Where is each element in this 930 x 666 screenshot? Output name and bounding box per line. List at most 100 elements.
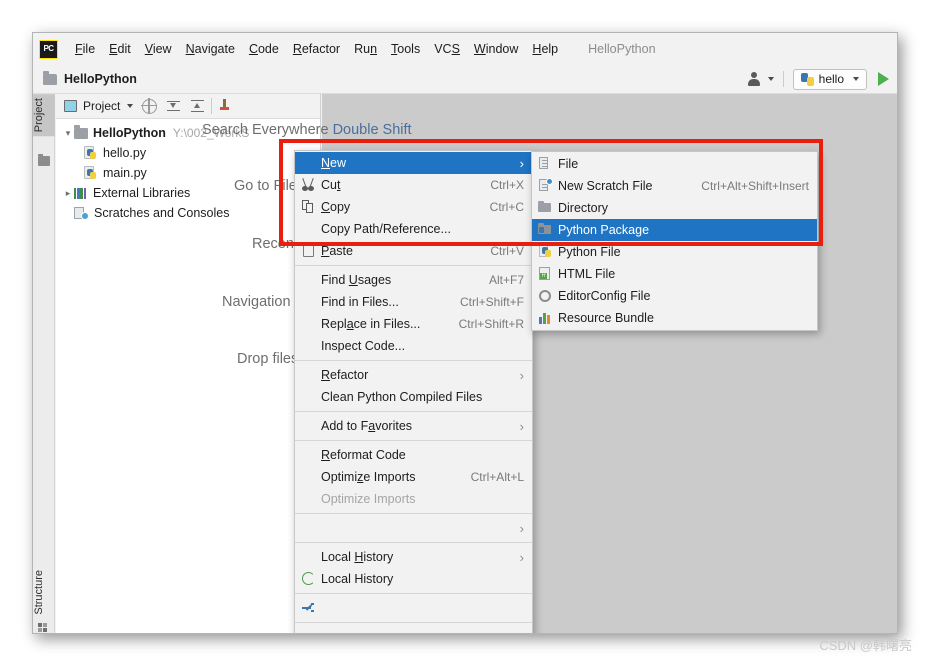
- menu-item-file[interactable]: File: [68, 39, 102, 59]
- submenu-item-python-file[interactable]: Python File: [532, 241, 817, 263]
- menu-item-help[interactable]: Help: [525, 39, 565, 59]
- tree-row-scratches-and-consoles[interactable]: Scratches and Consoles: [56, 203, 320, 223]
- context-menu-item-add-to-favorites[interactable]: Add to Favorites ›: [295, 415, 532, 437]
- context-menu-item-find-in-files[interactable]: Find in Files... Ctrl+Shift+F: [295, 291, 532, 313]
- breadcrumb[interactable]: HelloPython: [64, 72, 137, 86]
- menu-separator: [295, 622, 532, 623]
- menu-item-navigate[interactable]: Navigate: [179, 39, 242, 59]
- context-menu-item-copy-path-reference[interactable]: Copy Path/Reference...: [295, 218, 532, 240]
- tree-item-label: HelloPython: [93, 126, 166, 140]
- shortcut-label: Ctrl+Shift+R: [458, 317, 524, 331]
- scratch-file-icon: [536, 178, 554, 194]
- blank-icon: [299, 294, 317, 310]
- paste-icon: [299, 242, 317, 259]
- python-file-icon: [84, 146, 98, 160]
- context-menu-item-reformat-code[interactable]: Reformat Code: [295, 444, 532, 466]
- shortcut-label: Ctrl+X: [490, 178, 524, 192]
- menu-item-edit[interactable]: Edit: [102, 39, 138, 59]
- chevron-right-icon: ›: [519, 418, 524, 434]
- collapse-all-icon[interactable]: [190, 99, 205, 114]
- menu-item-refactor[interactable]: Refactor: [286, 39, 347, 59]
- context-menu-item-replace-in-files[interactable]: Replace in Files... Ctrl+Shift+R: [295, 313, 532, 335]
- submenu-item-file[interactable]: File: [532, 153, 817, 175]
- shortcut-label: Ctrl+Alt+Shift+Insert: [701, 179, 809, 193]
- structure-icon: [38, 623, 50, 633]
- python-icon: [800, 72, 814, 86]
- tool-window-strip: Project Structure: [33, 94, 55, 633]
- screenshot-root: PC File Edit View Navigate Code Refactor…: [0, 0, 930, 666]
- context-menu-item-reload-from-disk[interactable]: Local History: [295, 568, 532, 590]
- project-view-icon: [64, 100, 77, 112]
- context-menu-item-paste[interactable]: Paste Ctrl+V: [295, 240, 532, 262]
- python-package-icon: [536, 222, 554, 238]
- menu-item-run[interactable]: Run: [347, 39, 384, 59]
- submenu-item-directory[interactable]: Directory: [532, 197, 817, 219]
- context-menu: New › Cut Ctrl+X Copy Ctrl+C Copy Path/R…: [294, 150, 533, 634]
- project-toolbar-label[interactable]: Project: [83, 99, 120, 113]
- submenu-item-new-scratch-file[interactable]: New Scratch File Ctrl+Alt+Shift+Insert: [532, 175, 817, 197]
- blank-icon: [299, 272, 317, 288]
- chevron-down-icon[interactable]: [127, 104, 134, 108]
- context-menu-item-copy[interactable]: Copy Ctrl+C: [295, 196, 532, 218]
- directory-icon: [536, 200, 554, 216]
- context-menu-item-open-in[interactable]: ›: [295, 517, 532, 539]
- context-menu-item-new[interactable]: New ›: [295, 152, 532, 174]
- blank-icon: [299, 389, 317, 405]
- pycharm-logo-icon: PC: [39, 39, 58, 59]
- reload-icon: [299, 571, 317, 587]
- context-menu-item-inspect-code[interactable]: Inspect Code...: [295, 335, 532, 357]
- sidebar-tab-project[interactable]: Project: [33, 94, 55, 137]
- menu-item-code[interactable]: Code: [242, 39, 286, 59]
- blank-icon: [299, 155, 317, 171]
- menu-item-window[interactable]: Window: [467, 39, 525, 59]
- chevron-right-icon: ›: [520, 631, 524, 634]
- context-menu-item-refactor[interactable]: Refactor ›: [295, 364, 532, 386]
- chevron-right-icon: ›: [519, 367, 524, 383]
- chevron-down-icon[interactable]: ▾: [62, 128, 74, 139]
- submenu-item-editorconfig-file[interactable]: EditorConfig File: [532, 285, 817, 307]
- submenu-item-resource-bundle[interactable]: Resource Bundle: [532, 307, 817, 329]
- window-project-name: HelloPython: [588, 42, 656, 56]
- context-menu-item-find-usages[interactable]: Find Usages Alt+F7: [295, 269, 532, 291]
- gear-icon: [536, 288, 554, 304]
- run-icon[interactable]: [878, 72, 889, 86]
- folder-icon: [38, 154, 50, 166]
- context-menu-item-compare-with[interactable]: [295, 597, 532, 619]
- context-menu-item-clean-python-compiled-files[interactable]: Clean Python Compiled Files: [295, 386, 532, 408]
- chevron-right-icon: ›: [519, 549, 524, 565]
- folder-icon: [74, 124, 88, 139]
- menu-item-view[interactable]: View: [138, 39, 179, 59]
- shortcut-label: Ctrl+Alt+L: [470, 470, 524, 484]
- submenu-item-python-package[interactable]: Python Package: [532, 219, 817, 241]
- copy-icon: [299, 199, 317, 215]
- divider: [211, 98, 213, 114]
- scratches-icon: [74, 206, 89, 220]
- context-menu-item-optimize-imports[interactable]: Optimize Imports Ctrl+Alt+L: [295, 466, 532, 488]
- context-menu-item-local-history[interactable]: Local History ›: [295, 546, 532, 568]
- blank-icon: [299, 520, 317, 536]
- python-file-icon: [536, 244, 554, 260]
- blank-icon: [299, 629, 317, 633]
- compare-icon: [299, 600, 317, 616]
- divider: [782, 71, 784, 87]
- chevron-right-icon[interactable]: ▸: [62, 188, 74, 199]
- tree-item-label: External Libraries: [93, 186, 191, 200]
- run-configuration-selector[interactable]: hello: [792, 68, 867, 90]
- menu-item-tools[interactable]: Tools: [384, 39, 427, 59]
- sidebar-tab-structure[interactable]: Structure: [33, 566, 55, 619]
- tree-row-hello-py[interactable]: hello.py: [56, 143, 320, 163]
- select-opened-file-icon[interactable]: [141, 97, 158, 114]
- file-icon: [536, 156, 554, 172]
- context-menu-item-cut[interactable]: Cut Ctrl+X: [295, 174, 532, 196]
- context-menu-item-mark-directory-as[interactable]: ›: [295, 626, 532, 634]
- chevron-down-icon[interactable]: [767, 77, 774, 81]
- menu-item-vcs[interactable]: VCS: [427, 39, 467, 59]
- submenu-item-html-file[interactable]: H HTML File: [532, 263, 817, 285]
- people-icon[interactable]: [747, 71, 765, 87]
- pycharm-window: PC File Edit View Navigate Code Refactor…: [32, 32, 898, 634]
- tree-item-label: hello.py: [103, 146, 147, 160]
- blank-icon: [299, 367, 317, 383]
- settings-pin-icon[interactable]: [218, 98, 233, 114]
- menu-separator: [295, 513, 532, 514]
- expand-all-icon[interactable]: [166, 99, 181, 114]
